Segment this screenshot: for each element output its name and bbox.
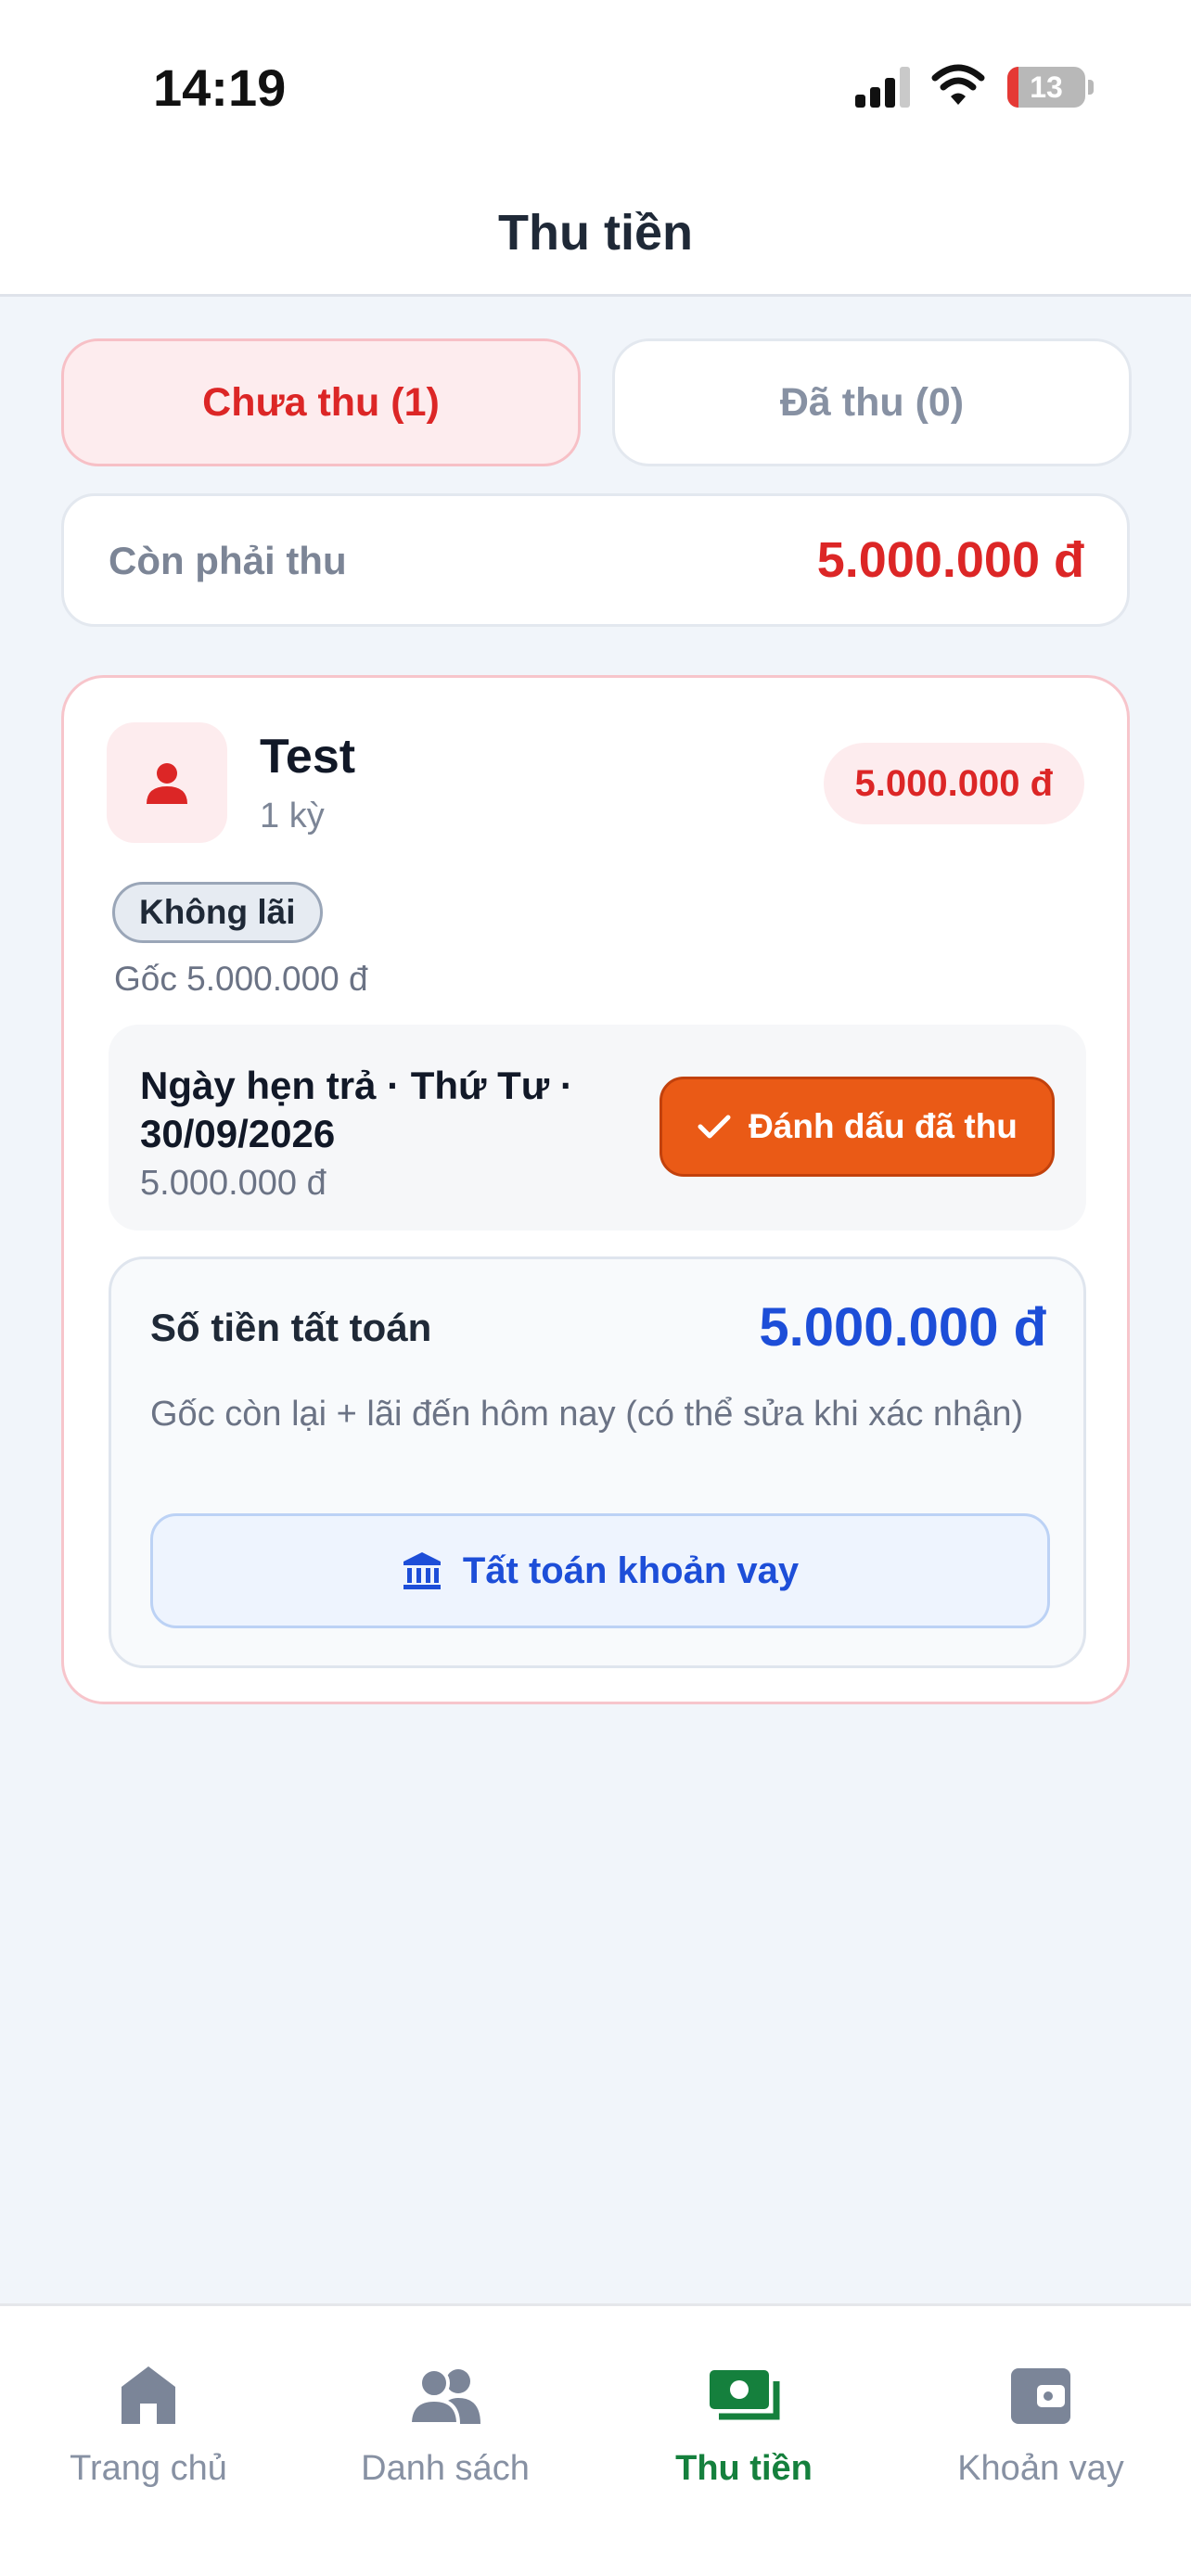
due-installment: Ngày hẹn trả · Thứ Tư · 30/09/2026 5.000…	[109, 1025, 1086, 1231]
nav-list[interactable]: Danh sách	[297, 2362, 594, 2489]
bank-icon	[403, 1552, 441, 1589]
loan-card[interactable]: Test 1 kỳ 5.000.000 đ Không lãi Gốc 5.00…	[61, 675, 1130, 1704]
nav-loans[interactable]: Khoản vay	[892, 2362, 1189, 2489]
principal-text: Gốc 5.000.000 đ	[114, 960, 368, 998]
wallet-icon	[1011, 2368, 1070, 2424]
tab-collected[interactable]: Đã thu (0)	[612, 338, 1132, 466]
nav-collect-label: Thu tiền	[675, 2449, 813, 2488]
due-amount: 5.000.000 đ	[140, 1164, 327, 1203]
nav-home-label: Trang chủ	[70, 2449, 227, 2488]
mark-collected-label: Đánh dấu đã thu	[749, 1107, 1018, 1145]
settlement-box: Số tiền tất toán 5.000.000 đ Gốc còn lại…	[109, 1256, 1086, 1668]
remaining-summary-card: Còn phải thu 5.000.000 đ	[61, 493, 1130, 627]
tab-uncollected[interactable]: Chưa thu (1)	[61, 338, 581, 466]
settlement-label: Số tiền tất toán	[150, 1306, 432, 1349]
page-title: Thu tiền	[498, 205, 693, 261]
status-bar: 14:19 13	[0, 0, 1191, 176]
signal-icon	[855, 67, 911, 108]
check-icon	[698, 1115, 731, 1139]
users-icon	[407, 2367, 480, 2426]
nav-list-label: Danh sách	[361, 2449, 530, 2488]
remaining-label: Còn phải thu	[109, 539, 347, 582]
avatar	[107, 722, 227, 843]
settlement-value: 5.000.000 đ	[759, 1297, 1046, 1358]
wifi-icon	[931, 64, 985, 105]
battery-level: 13	[1030, 70, 1063, 104]
battery-icon: 13	[1007, 67, 1085, 108]
home-icon	[122, 2366, 175, 2424]
loan-amount-badge: 5.000.000 đ	[823, 743, 1084, 824]
due-date-title: Ngày hẹn trả · Thứ Tư · 30/09/2026	[140, 1064, 573, 1155]
user-icon	[147, 763, 187, 804]
settle-loan-button[interactable]: Tất toán khoản vay	[150, 1513, 1050, 1628]
remaining-value: 5.000.000 đ	[816, 532, 1084, 588]
period-count: 1 kỳ	[260, 797, 325, 835]
nav-collect[interactable]: Thu tiền	[596, 2362, 892, 2489]
cash-icon	[710, 2370, 780, 2420]
status-time: 14:19	[153, 58, 287, 117]
settlement-description: Gốc còn lại + lãi đến hôm nay (có thể sử…	[150, 1395, 1024, 1434]
settle-loan-label: Tất toán khoản vay	[462, 1549, 800, 1591]
interest-type-badge: Không lãi	[112, 882, 323, 943]
mark-collected-button[interactable]: Đánh dấu đã thu	[660, 1077, 1055, 1177]
battery-cap	[1088, 80, 1094, 95]
bottom-nav: Trang chủ Danh sách Thu tiền Khoản vay	[0, 2303, 1191, 2576]
nav-home[interactable]: Trang chủ	[0, 2362, 297, 2489]
app-header: Thu tiền	[0, 176, 1191, 297]
borrower-name: Test	[260, 730, 356, 784]
nav-loans-label: Khoản vay	[957, 2449, 1124, 2488]
